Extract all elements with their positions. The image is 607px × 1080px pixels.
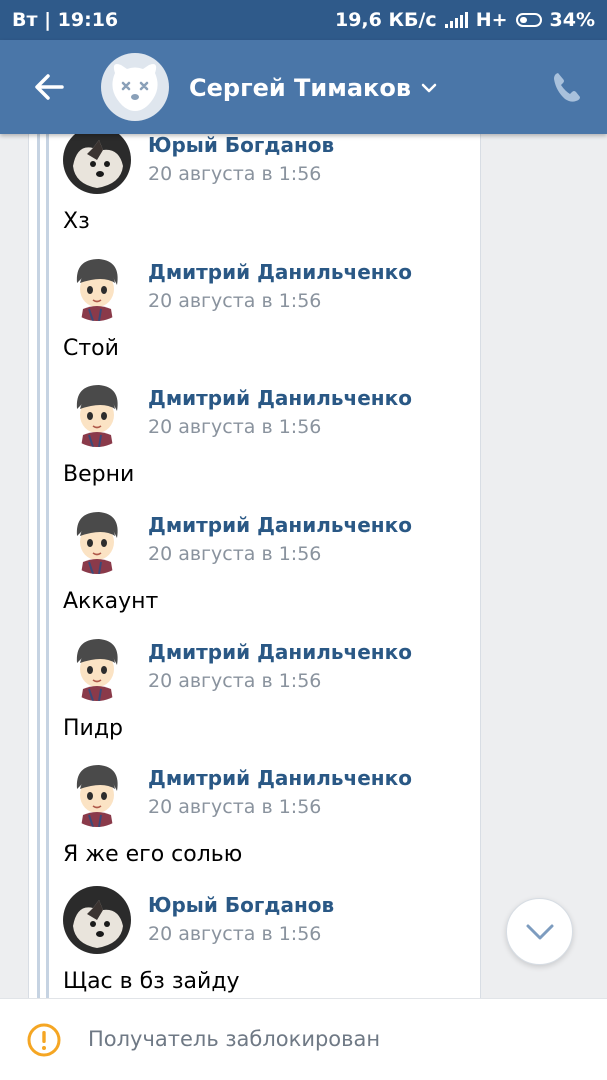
message-date: 20 августа в 1:56 <box>148 669 322 692</box>
chat-title-button[interactable]: Сергей Тимаков <box>189 74 437 102</box>
message-item: Дмитрий Данильченко 20 августа в 1:56 Пидр <box>29 632 480 760</box>
message-text: Щас в бз зайду <box>63 969 240 995</box>
message-text: Пидр <box>63 715 124 741</box>
deactivated-dog-icon <box>112 64 158 111</box>
message-item: Дмитрий Данильченко 20 августа в 1:56 Я же… <box>29 759 480 886</box>
chevron-down-icon <box>526 924 553 939</box>
message-text: Аккаунт <box>63 589 159 615</box>
author-avatar[interactable] <box>63 759 131 828</box>
dog-avatar-image <box>63 134 131 194</box>
message-item: Дмитрий Данильченко 20 августа в 1:56 Стой <box>29 252 480 380</box>
cartoon-avatar-image <box>63 379 131 448</box>
battery-icon <box>515 13 542 27</box>
message-date: 20 августа в 1:56 <box>148 416 322 439</box>
message-item: Юрый Богданов 20 августа в 1:56 Хз <box>29 134 480 253</box>
author-avatar[interactable] <box>63 632 131 701</box>
header-avatar[interactable] <box>101 53 169 121</box>
chevron-down-icon <box>421 83 437 93</box>
author-avatar[interactable] <box>63 134 131 194</box>
message-date: 20 августа в 1:56 <box>148 289 322 312</box>
message-item: Дмитрий Данильченко 20 августа в 1:56 Акка… <box>29 506 480 633</box>
author-name[interactable]: Дмитрий Данильченко <box>148 513 412 537</box>
message-date: 20 августа в 1:56 <box>148 543 322 566</box>
blocked-notice-bar: Получатель заблокирован <box>0 998 607 1080</box>
cartoon-avatar-image <box>63 506 131 575</box>
message-date: 20 августа в 1:56 <box>148 923 322 946</box>
message-text: Стой <box>63 335 119 361</box>
message-item: Юрый Богданов 20 августа в 1:56 Щас в бз з… <box>29 886 480 998</box>
dog-avatar-image <box>63 886 131 955</box>
chat-title: Сергей Тимаков <box>189 74 412 102</box>
message-text: Верни <box>63 462 135 488</box>
author-avatar[interactable] <box>63 252 131 321</box>
cartoon-avatar-image <box>63 632 131 701</box>
cartoon-avatar-image <box>63 759 131 828</box>
author-avatar[interactable] <box>63 506 131 575</box>
arrow-left-icon[interactable] <box>30 68 68 106</box>
author-name[interactable]: Дмитрий Данильченко <box>148 766 412 790</box>
status-speed: 19,6 КБ/с <box>334 9 437 31</box>
author-avatar[interactable] <box>63 379 131 448</box>
message-date: 20 августа в 1:56 <box>148 796 322 819</box>
cartoon-avatar-image <box>63 252 131 321</box>
message-item: Дмитрий Данильченко 20 августа в 1:56 Верн… <box>29 379 480 506</box>
message-list: Юрый Богданов 20 августа в 1:56 Хз Дмитрий … <box>29 134 480 998</box>
phone-icon[interactable] <box>549 69 585 105</box>
warning-icon <box>27 1023 61 1057</box>
message-text: Хз <box>63 209 90 234</box>
author-name[interactable]: Дмитрий Данильченко <box>148 386 412 410</box>
status-network: H+ <box>475 9 508 31</box>
author-name[interactable]: Юрый Богданов <box>148 893 334 917</box>
blocked-notice-text: Получатель заблокирован <box>88 1027 381 1051</box>
author-name[interactable]: Юрый Богданов <box>148 134 334 157</box>
author-name[interactable]: Дмитрий Данильченко <box>148 640 412 664</box>
scroll-down-button[interactable] <box>506 898 573 965</box>
author-name[interactable]: Дмитрий Данильченко <box>148 260 412 284</box>
conversation-header: Сергей Тимаков <box>0 40 607 134</box>
status-battery: 34% <box>549 9 595 31</box>
forwarded-messages-card: Юрый Богданов 20 августа в 1:56 Хз Дмитрий … <box>28 134 481 998</box>
message-text: Я же его солью <box>63 842 243 868</box>
author-avatar[interactable] <box>63 886 131 955</box>
signal-icon <box>444 12 468 28</box>
status-time: Вт | 19:16 <box>12 9 119 31</box>
status-bar: Вт | 19:16 19,6 КБ/с H+ 34% <box>0 0 607 40</box>
message-date: 20 августа в 1:56 <box>148 163 322 185</box>
